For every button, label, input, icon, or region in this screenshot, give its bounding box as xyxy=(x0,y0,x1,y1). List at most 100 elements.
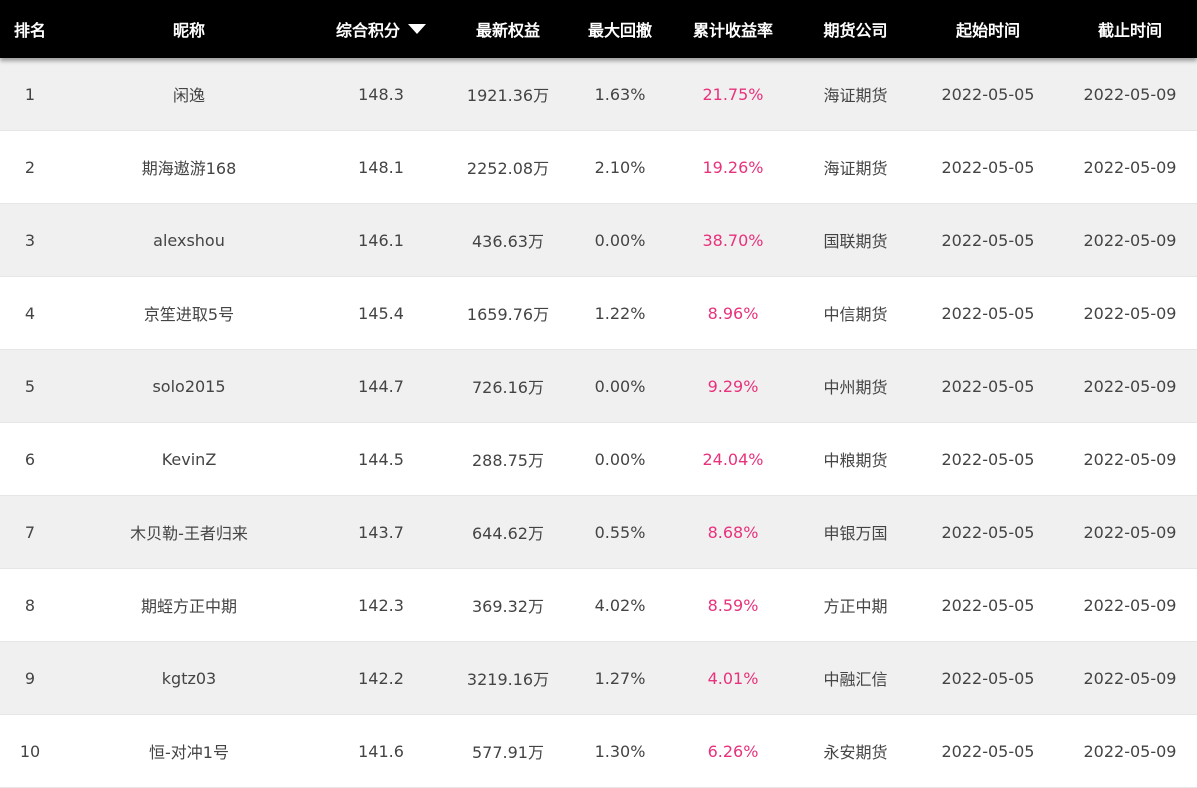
cell-score: 142.2 xyxy=(358,668,404,688)
ranking-table: 排名 昵称 综合积分 最新权益 最大回撤 累计收益率 期货公司 起始时间 截止时… xyxy=(0,0,1197,788)
cell-equity: 288.75万 xyxy=(472,451,544,470)
cell-end-date: 2022-05-09 xyxy=(1083,230,1177,250)
cell-end-date: 2022-05-09 xyxy=(1083,595,1177,615)
cell-equity: 1659.76万 xyxy=(466,305,550,324)
header-equity: 最新权益 xyxy=(475,21,540,40)
cell-rank: 5 xyxy=(24,376,36,396)
cell-rank: 6 xyxy=(24,449,36,469)
header-drawdown: 最大回撤 xyxy=(587,21,652,40)
cell-company: 中粮期货 xyxy=(823,451,888,470)
cell-equity: 726.16万 xyxy=(472,378,544,397)
cell-drawdown: 1.27% xyxy=(594,668,646,688)
cell-score: 141.6 xyxy=(358,741,404,761)
cell-company: 海证期货 xyxy=(823,86,888,105)
table-row[interactable]: 9 kgtz03 142.2 3219.16万 1.27% 4.01% 中融汇信 2022-0… xyxy=(0,642,1197,715)
table-row[interactable]: 2 期海遨游168 148.1 2252.08万 2.10% 19.26% 海证期货 2022… xyxy=(0,131,1197,204)
cell-nickname[interactable]: 期海遨游168 xyxy=(60,131,318,203)
cell-rank: 9 xyxy=(24,668,36,688)
cell-return: 38.70% xyxy=(702,230,764,250)
table-row[interactable]: 6 KevinZ 144.5 288.75万 0.00% 24.04% 中粮期货 2022-0… xyxy=(0,423,1197,496)
cell-rank: 7 xyxy=(24,522,36,542)
cell-start-date: 2022-05-05 xyxy=(941,84,1035,104)
cell-drawdown: 1.30% xyxy=(594,741,646,761)
cell-return: 9.29% xyxy=(707,376,759,396)
cell-return: 6.26% xyxy=(707,741,759,761)
cell-equity: 3219.16万 xyxy=(466,670,550,689)
cell-score: 148.3 xyxy=(358,84,404,104)
cell-score: 143.7 xyxy=(358,522,404,542)
cell-nickname[interactable]: kgtz03 xyxy=(60,642,318,714)
cell-nickname[interactable]: 恒-对冲1号 xyxy=(60,715,318,787)
cell-start-date: 2022-05-05 xyxy=(941,157,1035,177)
cell-rank: 8 xyxy=(24,595,36,615)
cell-company: 申银万国 xyxy=(823,524,888,543)
cell-nickname[interactable]: 期蛭方正中期 xyxy=(60,569,318,641)
cell-return: 4.01% xyxy=(707,668,759,688)
cell-score: 146.1 xyxy=(358,230,404,250)
cell-start-date: 2022-05-05 xyxy=(941,376,1035,396)
cell-drawdown: 0.55% xyxy=(594,522,646,542)
header-company: 期货公司 xyxy=(823,21,888,40)
cell-return: 8.68% xyxy=(707,522,759,542)
cell-score: 142.3 xyxy=(358,595,404,615)
cell-rank: 2 xyxy=(24,157,36,177)
cell-return: 8.96% xyxy=(707,303,759,323)
cell-start-date: 2022-05-05 xyxy=(941,668,1035,688)
cell-nickname[interactable]: 闲逸 xyxy=(60,58,318,130)
cell-start-date: 2022-05-05 xyxy=(941,449,1035,469)
cell-equity: 436.63万 xyxy=(472,232,544,251)
table-row[interactable]: 4 京笙进取5号 145.4 1659.76万 1.22% 8.96% 中信期货 2022-0… xyxy=(0,277,1197,350)
cell-end-date: 2022-05-09 xyxy=(1083,522,1177,542)
table-row[interactable]: 5 solo2015 144.7 726.16万 0.00% 9.29% 中州期货 2022-… xyxy=(0,350,1197,423)
cell-company: 中融汇信 xyxy=(823,670,888,689)
table-row[interactable]: 1 闲逸 148.3 1921.36万 1.63% 21.75% 海证期货 2022-05-0… xyxy=(0,58,1197,131)
header-score-label: 综合积分 xyxy=(335,21,400,40)
table-header: 排名 昵称 综合积分 最新权益 最大回撤 累计收益率 期货公司 起始时间 截止时… xyxy=(0,0,1197,58)
table-row[interactable]: 8 期蛭方正中期 142.3 369.32万 4.02% 8.59% 方正中期 2022-05… xyxy=(0,569,1197,642)
cell-drawdown: 0.00% xyxy=(594,230,646,250)
table-row[interactable]: 10 恒-对冲1号 141.6 577.91万 1.30% 6.26% 永安期货 2022-0… xyxy=(0,715,1197,788)
cell-company: 国联期货 xyxy=(823,232,888,251)
cell-rank: 10 xyxy=(19,741,41,761)
cell-drawdown: 0.00% xyxy=(594,449,646,469)
cell-equity: 577.91万 xyxy=(472,743,544,762)
cell-end-date: 2022-05-09 xyxy=(1083,668,1177,688)
header-rank: 排名 xyxy=(13,21,46,40)
cell-nickname[interactable]: alexshou xyxy=(60,204,318,276)
cell-score: 148.1 xyxy=(358,157,404,177)
cell-drawdown: 1.63% xyxy=(594,84,646,104)
cell-rank: 3 xyxy=(24,230,36,250)
header-score-sort[interactable]: 综合积分 xyxy=(318,0,444,58)
cell-return: 19.26% xyxy=(702,157,764,177)
cell-start-date: 2022-05-05 xyxy=(941,522,1035,542)
cell-end-date: 2022-05-09 xyxy=(1083,157,1177,177)
cell-rank: 1 xyxy=(24,84,36,104)
header-return: 累计收益率 xyxy=(692,21,773,40)
cell-start-date: 2022-05-05 xyxy=(941,741,1035,761)
table-row[interactable]: 3 alexshou 146.1 436.63万 0.00% 38.70% 国联期货 2022… xyxy=(0,204,1197,277)
table-row[interactable]: 7 木贝勒-王者归来 143.7 644.62万 0.55% 8.68% 申银万国 2022-… xyxy=(0,496,1197,569)
cell-score: 145.4 xyxy=(358,303,404,323)
cell-end-date: 2022-05-09 xyxy=(1083,741,1177,761)
cell-equity: 644.62万 xyxy=(472,524,544,543)
cell-nickname[interactable]: KevinZ xyxy=(60,423,318,495)
cell-score: 144.7 xyxy=(358,376,404,396)
cell-end-date: 2022-05-09 xyxy=(1083,449,1177,469)
header-end: 截止时间 xyxy=(1097,21,1162,40)
cell-start-date: 2022-05-05 xyxy=(941,230,1035,250)
cell-start-date: 2022-05-05 xyxy=(941,303,1035,323)
cell-company: 永安期货 xyxy=(823,743,888,762)
cell-score: 144.5 xyxy=(358,449,404,469)
cell-nickname[interactable]: 木贝勒-王者归来 xyxy=(60,496,318,568)
cell-company: 方正中期 xyxy=(823,597,888,616)
cell-company: 中信期货 xyxy=(823,305,888,324)
cell-return: 8.59% xyxy=(707,595,759,615)
cell-drawdown: 2.10% xyxy=(594,157,646,177)
cell-rank: 4 xyxy=(24,303,36,323)
sort-desc-icon[interactable] xyxy=(408,24,426,34)
cell-end-date: 2022-05-09 xyxy=(1083,84,1177,104)
cell-end-date: 2022-05-09 xyxy=(1083,303,1177,323)
cell-start-date: 2022-05-05 xyxy=(941,595,1035,615)
cell-nickname[interactable]: solo2015 xyxy=(60,350,318,422)
cell-nickname[interactable]: 京笙进取5号 xyxy=(60,277,318,349)
